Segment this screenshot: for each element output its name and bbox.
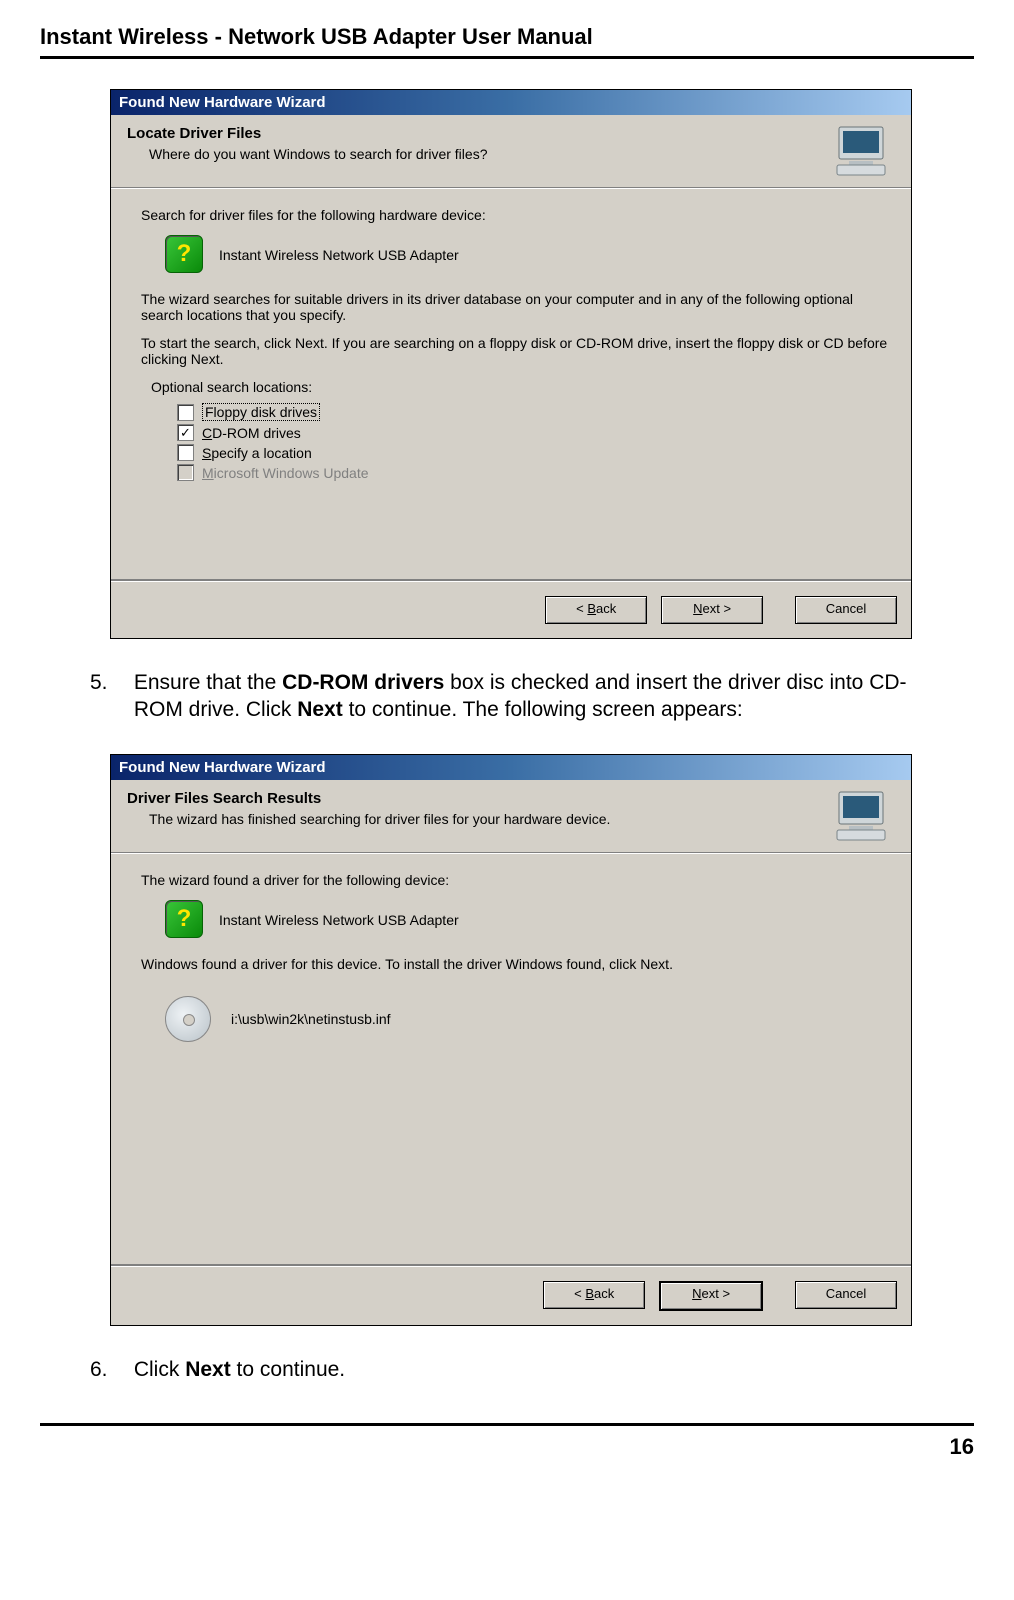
step-text: Click Next to continue. [134,1356,954,1383]
dialog-subheading: The wizard has finished searching for dr… [149,811,895,827]
header-rule [40,56,974,59]
hardware-banner-icon [831,786,897,844]
checkbox-label: Microsoft Windows Update [202,465,369,481]
checkbox-icon [177,404,194,421]
device-name: Instant Wireless Network USB Adapter [219,912,459,928]
wizard-info-2: To start the search, click Next. If you … [141,335,891,367]
checkbox-group: Floppy disk drives ✓ CD-ROM drives Speci… [177,403,891,481]
step-6: 6. Click Next to continue. [90,1356,974,1383]
manual-page: Instant Wireless - Network USB Adapter U… [0,0,1014,1480]
step-text: Ensure that the CD-ROM drivers box is ch… [134,669,954,724]
checkbox-specify[interactable]: Specify a location [177,444,891,461]
titlebar: Found New Hardware Wizard [111,755,911,780]
dialog-subheading: Where do you want Windows to search for … [149,146,895,162]
checkbox-icon [177,464,194,481]
search-prompt: Search for driver files for the followin… [141,207,891,223]
next-button[interactable]: Next > [659,1281,763,1311]
dialog-header: Driver Files Search Results The wizard h… [111,780,911,852]
dialog-content: The wizard found a driver for the follow… [111,854,911,1264]
checkbox-label: Floppy disk drives [202,403,320,421]
checkbox-icon: ✓ [177,424,194,441]
checkbox-icon [177,444,194,461]
document-title: Instant Wireless - Network USB Adapter U… [40,24,974,50]
dialog-heading: Locate Driver Files [127,125,895,142]
install-info: Windows found a driver for this device. … [141,956,891,972]
question-icon: ? [165,900,205,940]
dialog-header: Locate Driver Files Where do you want Wi… [111,115,911,187]
checkbox-label: CD-ROM drives [202,425,301,441]
checkbox-msupdate: Microsoft Windows Update [177,464,891,481]
found-driver-prompt: The wizard found a driver for the follow… [141,872,891,888]
dialog-heading: Driver Files Search Results [127,790,895,807]
device-row: ? Instant Wireless Network USB Adapter [165,235,891,275]
device-row: ? Instant Wireless Network USB Adapter [165,900,891,940]
question-icon: ? [165,235,205,275]
page-number: 16 [40,1434,974,1460]
step-number: 6. [90,1356,128,1383]
hardware-banner-icon [831,121,897,179]
cancel-button[interactable]: Cancel [795,596,897,624]
step-number: 5. [90,669,128,696]
footer-rule [40,1423,974,1426]
checkbox-label: Specify a location [202,445,312,461]
step-5: 5. Ensure that the CD-ROM drivers box is… [90,669,974,724]
next-button[interactable]: Next > [661,596,763,624]
cd-icon [165,996,211,1042]
button-row: < Back Next > Cancel [111,581,911,638]
button-row: < Back Next > Cancel [111,1266,911,1325]
back-button[interactable]: < Back [543,1281,645,1309]
device-name: Instant Wireless Network USB Adapter [219,247,459,263]
checkbox-cdrom[interactable]: ✓ CD-ROM drives [177,424,891,441]
wizard-info-1: The wizard searches for suitable drivers… [141,291,891,323]
checkbox-floppy[interactable]: Floppy disk drives [177,403,891,421]
wizard-dialog-1: Found New Hardware Wizard Locate Driver … [110,89,912,639]
cancel-button[interactable]: Cancel [795,1281,897,1309]
optional-locations-label: Optional search locations: [151,379,891,395]
titlebar: Found New Hardware Wizard [111,90,911,115]
dialog-content: Search for driver files for the followin… [111,189,911,579]
back-button[interactable]: < Back [545,596,647,624]
wizard-dialog-2: Found New Hardware Wizard Driver Files S… [110,754,912,1326]
driver-path: i:\usb\win2k\netinstusb.inf [231,1011,391,1027]
driver-path-row: i:\usb\win2k\netinstusb.inf [165,996,891,1042]
